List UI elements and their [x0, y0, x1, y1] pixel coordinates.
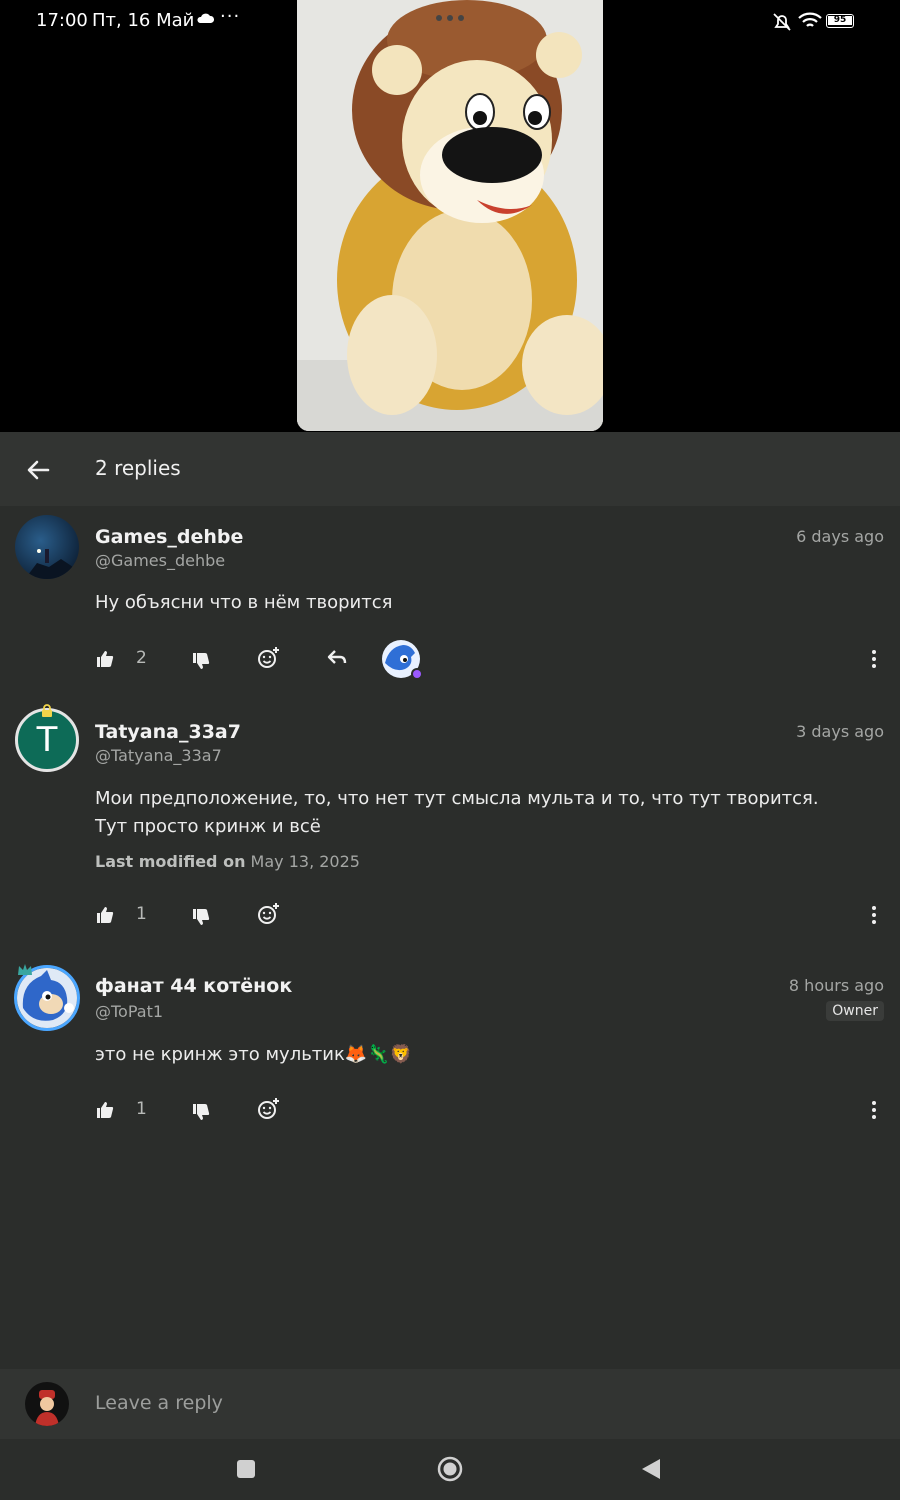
like-count: 2 — [136, 648, 147, 668]
comment-handle: @Tatyana_33a7 — [95, 746, 222, 765]
video-player[interactable] — [297, 0, 603, 431]
more-options-icon[interactable] — [870, 649, 878, 669]
comment-time: 6 days ago — [796, 527, 884, 546]
dislike-icon[interactable] — [191, 1102, 211, 1122]
status-date: Пт, 16 Май — [92, 10, 195, 31]
arrow-left-icon[interactable] — [22, 454, 54, 486]
comment-item: T Tatyana_33a7 @Tatyana_33a7 3 days ago … — [0, 700, 900, 940]
battery-icon: 95 — [826, 14, 854, 28]
more-dots-icon: ··· — [220, 6, 241, 27]
comment-username[interactable]: Games_dehbe — [95, 526, 243, 548]
comment-text: Мои предположение, то, что нет тут смысл… — [95, 788, 819, 837]
replies-header: 2 replies — [0, 432, 900, 506]
add-reaction-icon[interactable] — [256, 646, 280, 670]
like-icon[interactable] — [95, 649, 115, 669]
more-options-icon[interactable] — [870, 905, 878, 925]
add-reaction-icon[interactable] — [256, 1097, 280, 1121]
comment-username[interactable]: фанат 44 котёнок — [95, 975, 292, 997]
lock-badge-icon — [42, 704, 52, 717]
more-options-icon[interactable] — [870, 1100, 878, 1120]
avatar[interactable] — [15, 515, 79, 579]
creator-heart-avatar-icon — [382, 640, 423, 680]
page-title: 2 replies — [95, 456, 181, 480]
cloud-icon — [197, 13, 214, 23]
dislike-icon[interactable] — [191, 651, 211, 671]
status-time: 17:00 — [36, 10, 88, 31]
add-reaction-icon[interactable] — [256, 902, 280, 926]
bell-muted-icon — [773, 13, 791, 31]
like-icon[interactable] — [95, 1100, 115, 1120]
system-nav-bar — [0, 1439, 900, 1500]
comment-item: Games_dehbe @Games_dehbe 6 days ago Ну о… — [0, 506, 900, 700]
like-count: 1 — [136, 904, 147, 924]
status-bar: 17:00 Пт, 16 Май ··· 95 — [0, 0, 900, 44]
dislike-icon[interactable] — [191, 907, 211, 927]
avatar-night-image — [15, 515, 79, 579]
recents-square-icon[interactable] — [236, 1459, 256, 1479]
crown-badge-icon — [18, 964, 32, 975]
modified-info: Last modified on May 13, 2025 — [95, 852, 360, 871]
avatar-letter: T — [36, 720, 58, 760]
modified-label: Last modified on — [95, 852, 246, 871]
home-circle-icon[interactable] — [436, 1455, 464, 1483]
comment-time: 8 hours ago — [788, 976, 884, 995]
modified-date: May 13, 2025 — [250, 852, 360, 871]
comment-time: 3 days ago — [796, 722, 884, 741]
my-avatar-image — [25, 1382, 69, 1426]
comment-item: фанат 44 котёнок @ToPat1 8 hours ago Own… — [0, 940, 900, 1140]
my-avatar — [25, 1382, 69, 1426]
comment-text: Ну объясни что в нём творится — [95, 592, 393, 613]
like-count: 1 — [136, 1099, 147, 1119]
wifi-icon — [798, 12, 822, 27]
comment-text: это не кринж это мультик🦊🦎🦁 — [95, 1044, 413, 1065]
back-triangle-icon[interactable] — [640, 1457, 662, 1481]
lion-toy-image — [297, 0, 603, 431]
battery-level: 95 — [828, 16, 852, 25]
owner-badge: Owner — [826, 1001, 884, 1021]
reply-icon[interactable] — [326, 648, 348, 668]
video-area — [0, 0, 900, 432]
comment-handle: @Games_dehbe — [95, 551, 226, 570]
comment-username[interactable]: Tatyana_33a7 — [95, 721, 241, 743]
comment-handle: @ToPat1 — [95, 1002, 164, 1021]
like-icon[interactable] — [95, 905, 115, 925]
reply-bar: Leave a reply — [0, 1369, 900, 1439]
reply-input[interactable]: Leave a reply — [95, 1392, 223, 1414]
